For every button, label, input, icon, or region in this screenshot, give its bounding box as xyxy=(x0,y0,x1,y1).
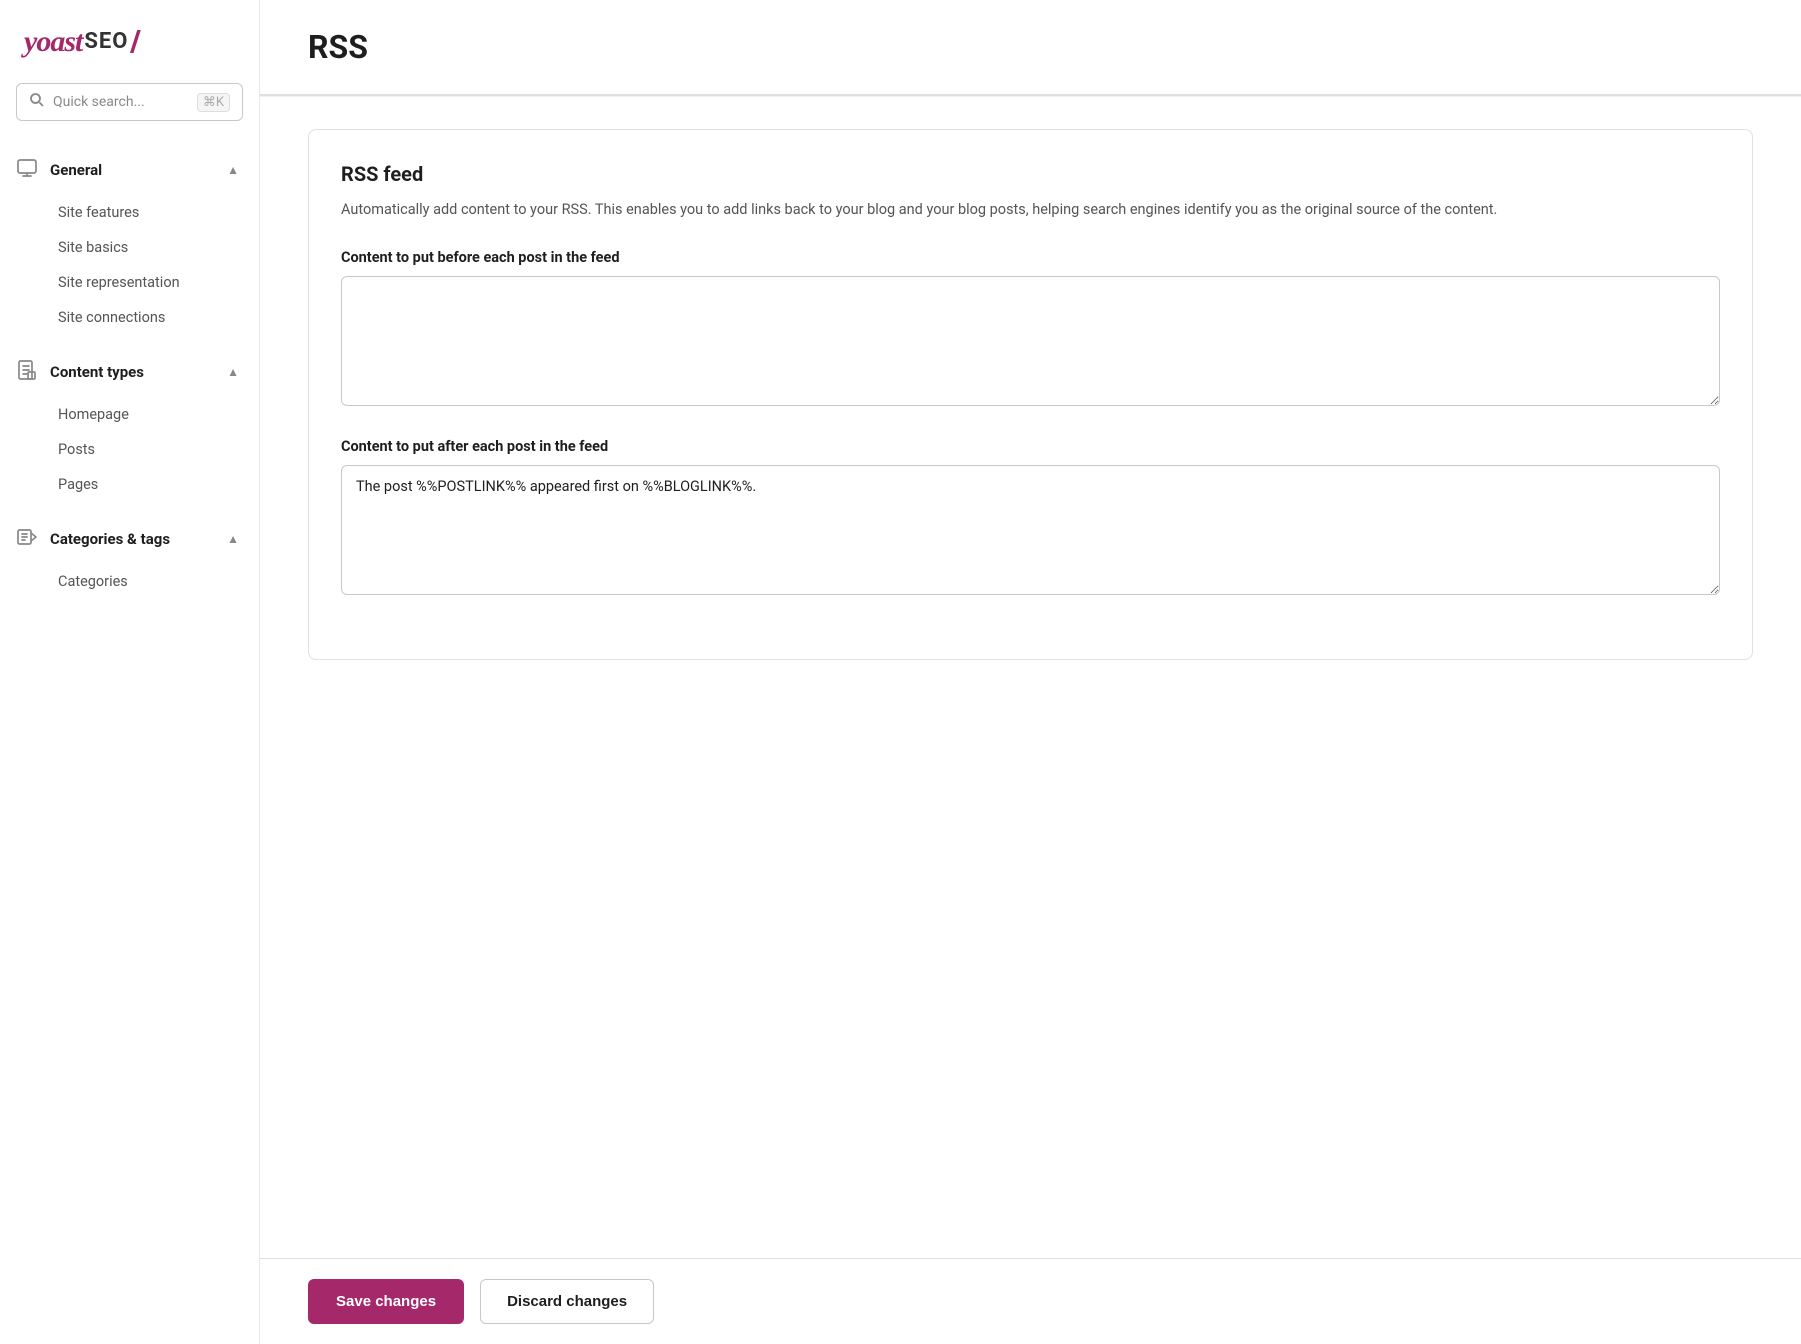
search-bar[interactable]: Quick search... ⌘K xyxy=(16,83,243,121)
search-shortcut: ⌘K xyxy=(197,93,230,112)
rss-feed-title: RSS feed xyxy=(341,162,1720,186)
sidebar-item-homepage[interactable]: Homepage xyxy=(58,397,259,432)
sidebar-item-site-connections[interactable]: Site connections xyxy=(58,300,259,335)
general-sub-items: Site features Site basics Site represent… xyxy=(0,195,259,343)
sidebar: yoast SEO / Quick search... ⌘K xyxy=(0,0,260,1344)
sidebar-item-pages[interactable]: Pages xyxy=(58,467,259,502)
content-area: RSS feed Automatically add content to yo… xyxy=(260,97,1801,1258)
before-post-field-group: Content to put before each post in the f… xyxy=(341,249,1720,410)
after-post-field-group: Content to put after each post in the fe… xyxy=(341,438,1720,599)
tag-icon xyxy=(16,526,38,552)
page-title: RSS xyxy=(308,28,1753,66)
nav-section-content-types-left: Content types xyxy=(16,359,144,385)
sidebar-item-site-representation[interactable]: Site representation xyxy=(58,265,259,300)
general-section-label: General xyxy=(50,161,102,179)
nav-section-general-left: General xyxy=(16,157,102,183)
header-divider xyxy=(260,95,1801,96)
save-changes-button[interactable]: Save changes xyxy=(308,1279,464,1324)
nav-section-categories-tags-left: Categories & tags xyxy=(16,526,170,552)
content-types-section-label: Content types xyxy=(50,363,144,381)
page-header: RSS xyxy=(260,0,1801,95)
sidebar-item-posts[interactable]: Posts xyxy=(58,432,259,467)
logo-slash: / xyxy=(130,24,141,59)
document-icon xyxy=(16,359,38,385)
content-types-chevron-icon: ▲ xyxy=(227,365,239,379)
sidebar-item-site-basics[interactable]: Site basics xyxy=(58,230,259,265)
logo-seo-text: SEO xyxy=(84,29,128,54)
categories-tags-sub-items: Categories xyxy=(0,564,259,607)
nav-section-general: General ▲ Site features Site basics Site… xyxy=(0,145,259,343)
logo: yoast SEO / xyxy=(24,24,235,59)
rss-feed-description: Automatically add content to your RSS. T… xyxy=(341,198,1720,221)
search-icon xyxy=(29,92,45,112)
nav-section-content-types: Content types ▲ Homepage Posts Pages xyxy=(0,347,259,510)
nav-section-categories-tags-header[interactable]: Categories & tags ▲ xyxy=(0,514,259,564)
nav-section-categories-tags: Categories & tags ▲ Categories xyxy=(0,514,259,607)
monitor-icon xyxy=(16,157,38,183)
nav-section-content-types-header[interactable]: Content types ▲ xyxy=(0,347,259,397)
nav-section-general-header[interactable]: General ▲ xyxy=(0,145,259,195)
sidebar-item-categories[interactable]: Categories xyxy=(58,564,259,599)
footer-actions: Save changes Discard changes xyxy=(260,1258,1801,1344)
logo-yoast-text: yoast xyxy=(24,25,82,59)
main-content: RSS RSS feed Automatically add content t… xyxy=(260,0,1801,1344)
search-placeholder-text: Quick search... xyxy=(53,94,189,110)
categories-tags-chevron-icon: ▲ xyxy=(227,532,239,546)
before-post-textarea[interactable] xyxy=(341,276,1720,406)
before-post-label: Content to put before each post in the f… xyxy=(341,249,1720,266)
rss-feed-card: RSS feed Automatically add content to yo… xyxy=(308,129,1753,660)
after-post-textarea[interactable] xyxy=(341,465,1720,595)
after-post-label: Content to put after each post in the fe… xyxy=(341,438,1720,455)
general-chevron-icon: ▲ xyxy=(227,163,239,177)
sidebar-item-site-features[interactable]: Site features xyxy=(58,195,259,230)
discard-changes-button[interactable]: Discard changes xyxy=(480,1279,654,1324)
categories-tags-section-label: Categories & tags xyxy=(50,530,170,548)
logo-area: yoast SEO / xyxy=(0,24,259,83)
content-types-sub-items: Homepage Posts Pages xyxy=(0,397,259,510)
